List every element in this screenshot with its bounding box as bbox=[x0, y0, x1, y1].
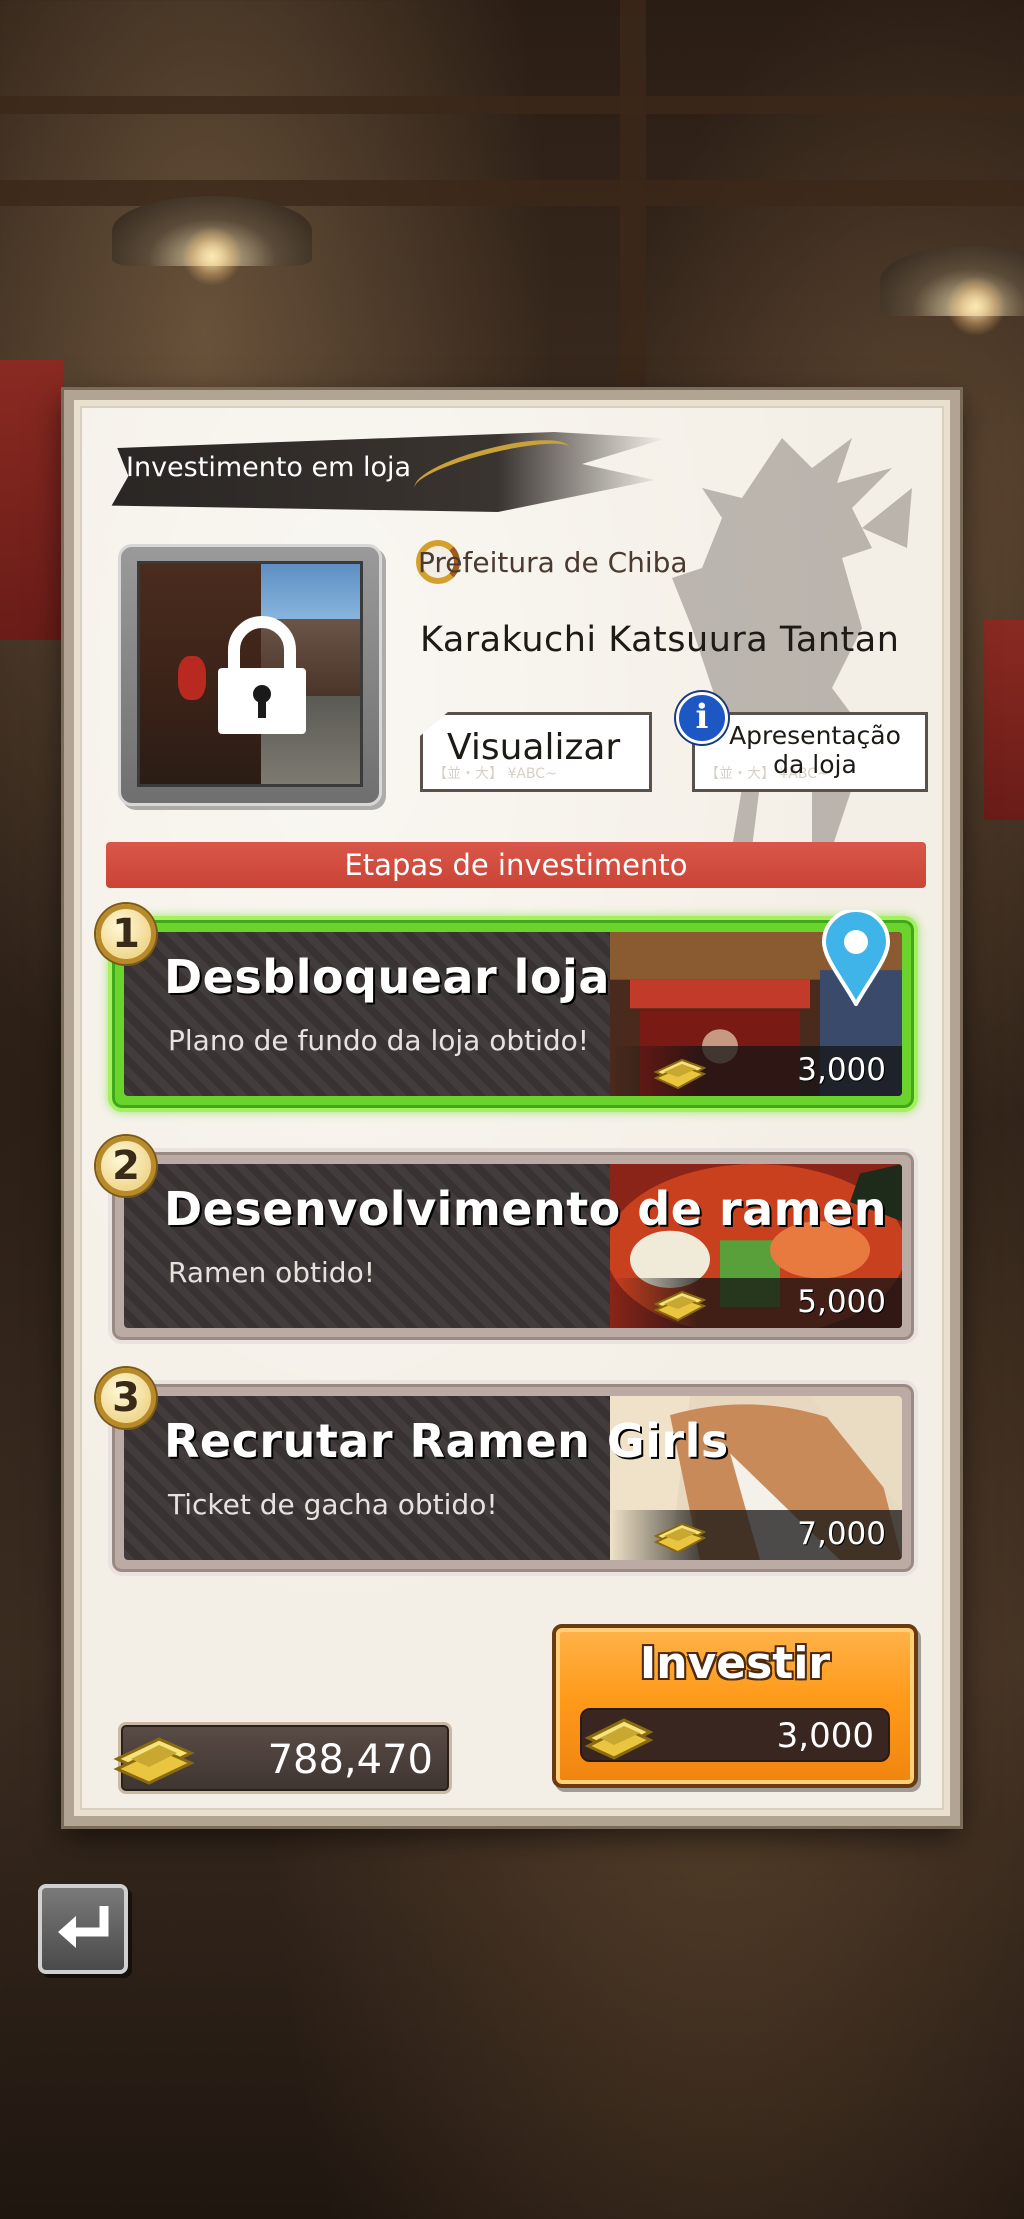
view-button-label: Visualizar bbox=[447, 727, 621, 768]
step-price: 3,000 bbox=[797, 1052, 886, 1088]
invest-cost-bar: 3,000 bbox=[580, 1708, 890, 1762]
back-button[interactable] bbox=[38, 1884, 128, 1974]
shop-name: Karakuchi Katsuura Tantan bbox=[420, 620, 900, 660]
step-number-badge: 3 bbox=[96, 1368, 156, 1428]
money-stack-icon bbox=[584, 1718, 654, 1760]
investment-steps-banner: Etapas de investimento bbox=[106, 842, 926, 888]
invest-button[interactable]: Investir 3,000 bbox=[552, 1624, 918, 1788]
shop-intro-button[interactable]: 【並・大】 ¥ABC~ Apresentação da loja bbox=[692, 712, 928, 792]
step-number-badge: 1 bbox=[96, 904, 156, 964]
step-title: Desbloquear loja bbox=[164, 950, 610, 1004]
balance-value: 788,470 bbox=[267, 1737, 433, 1783]
step-body: 5,000 Desenvolvimento de ramen Ramen obt… bbox=[124, 1164, 902, 1328]
intro-label-line2: da loja bbox=[773, 750, 857, 779]
lock-icon bbox=[218, 616, 306, 734]
money-stack-icon bbox=[653, 1058, 706, 1090]
prefecture-label: Prefeitura de Chiba bbox=[418, 546, 688, 579]
panel-inner: Investimento em loja Prefeitura de Chiba… bbox=[80, 406, 944, 1810]
shop-thumbnail[interactable] bbox=[118, 544, 382, 806]
step-body: 7,000 Recrutar Ramen Girls Ticket de gac… bbox=[124, 1396, 902, 1560]
investment-step-2[interactable]: 5,000 Desenvolvimento de ramen Ramen obt… bbox=[96, 1136, 918, 1344]
investment-step-3[interactable]: 7,000 Recrutar Ramen Girls Ticket de gac… bbox=[96, 1368, 918, 1576]
shop-intro-button-label: Apresentação da loja bbox=[705, 721, 925, 779]
step-title: Recrutar Ramen Girls bbox=[164, 1414, 729, 1468]
view-button[interactable]: 【並・大】 ¥ABC~ Visualizar bbox=[420, 712, 652, 792]
intro-label-line1: Apresentação bbox=[729, 721, 901, 750]
shop-thumbnail-image bbox=[137, 561, 363, 787]
money-stack-icon bbox=[113, 1737, 195, 1785]
step-number-badge: 2 bbox=[96, 1136, 156, 1196]
back-arrow-icon bbox=[58, 1906, 109, 1948]
map-pin-icon bbox=[821, 910, 891, 1006]
step-price: 7,000 bbox=[797, 1516, 886, 1552]
step-price: 5,000 bbox=[797, 1284, 886, 1320]
page-title: Investimento em loja bbox=[126, 452, 412, 483]
invest-button-label: Investir bbox=[639, 1638, 831, 1689]
investment-step-1[interactable]: 3,000 Desbloquear loja Plano de fundo da… bbox=[96, 904, 918, 1112]
step-reward: Ticket de gacha obtido! bbox=[168, 1488, 498, 1521]
step-body: 3,000 Desbloquear loja Plano de fundo da… bbox=[124, 932, 902, 1096]
money-stack-icon bbox=[653, 1522, 706, 1554]
shop-investment-panel: Investimento em loja Prefeitura de Chiba… bbox=[64, 390, 960, 1826]
info-icon[interactable]: i bbox=[676, 692, 728, 744]
step-reward: Ramen obtido! bbox=[168, 1256, 375, 1289]
step-title: Desenvolvimento de ramen bbox=[164, 1182, 888, 1236]
money-stack-icon bbox=[653, 1290, 706, 1322]
step-reward: Plano de fundo da loja obtido! bbox=[168, 1024, 590, 1057]
currency-balance: 788,470 bbox=[113, 1722, 452, 1794]
invest-cost: 3,000 bbox=[776, 1716, 874, 1756]
